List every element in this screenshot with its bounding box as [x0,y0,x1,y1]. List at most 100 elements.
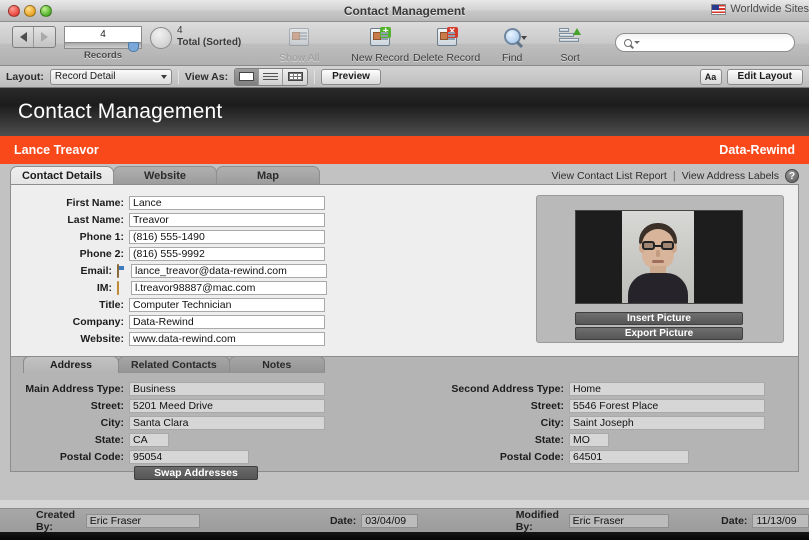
input-second-postal-code[interactable]: 64501 [569,450,689,464]
input-last-name[interactable]: Treavor [129,213,325,227]
tab-contact-details[interactable]: Contact Details [10,166,114,184]
field-row-first-name: First Name: Lance [11,195,327,210]
detail-tabs: Contact Details Website Map View Contact… [0,164,809,184]
tab-notes[interactable]: Notes [229,356,325,373]
field-row-phone-2: Phone 2: (816) 555-9992 [11,246,327,261]
input-main-street[interactable]: 5201 Meed Drive [129,399,325,413]
input-title[interactable]: Computer Technician [129,298,325,312]
search-field[interactable] [615,33,795,52]
input-second-city[interactable]: Saint Joseph [569,416,765,430]
previous-record-button[interactable] [13,27,34,47]
insert-picture-button[interactable]: Insert Picture [575,312,743,325]
field-row-main-state: State: CA [11,432,325,447]
input-first-name[interactable]: Lance [129,196,325,210]
record-navigator[interactable] [0,22,56,48]
field-row-second-state: State: MO [441,432,765,447]
contact-photo[interactable] [575,210,743,304]
input-second-address-type[interactable]: Home [569,382,765,396]
input-second-street[interactable]: 5546 Forest Place [569,399,765,413]
contact-header-bar: Lance Treavor Data-Rewind [0,136,809,164]
contact-name: Lance Treavor [14,143,99,157]
arrow-left-icon [20,32,27,42]
view-mode-segmented[interactable] [234,68,308,86]
search-input[interactable] [640,37,785,48]
label-title: Title: [11,299,129,311]
record-book-icon[interactable] [12,26,56,48]
total-label: Total (Sorted) [177,37,241,49]
find-label: Find [502,52,522,64]
input-main-state[interactable]: CA [129,433,169,447]
tab-website[interactable]: Website [113,166,217,184]
input-main-address-type[interactable]: Business [129,382,325,396]
field-row-second-city: City: Saint Joseph [441,415,765,430]
tab-address[interactable]: Address [23,356,119,373]
list-view-icon [263,72,278,81]
magnifier-handle-icon [516,41,523,48]
modified-date-label: Date: [721,515,747,527]
table-view-button[interactable] [283,69,307,85]
worldwide-sites[interactable]: Worldwide Sites [711,3,809,15]
show-all-button[interactable]: Show All [273,22,325,64]
new-record-label: New Record [351,52,409,64]
plus-badge-icon: + [380,27,391,38]
application-window: Contact Management Worldwide Sites 4 Rec… [0,0,809,540]
chat-icon[interactable] [117,282,129,294]
form-view-button[interactable] [235,69,259,85]
created-by-label: Created By: [36,509,81,533]
search-container [615,33,795,52]
view-address-labels-link[interactable]: View Address Labels [682,170,779,182]
new-record-button[interactable]: + New Record [351,22,409,64]
record-slider[interactable] [64,43,142,49]
main-address-fields: Main Address Type: Business Street: 5201… [11,381,325,480]
input-website[interactable]: www.data-rewind.com [129,332,325,346]
created-by-value[interactable]: Eric Fraser [86,514,200,528]
list-view-button[interactable] [259,69,283,85]
records-stack-icon [286,26,312,50]
export-picture-button[interactable]: Export Picture [575,327,743,340]
input-company[interactable]: Data-Rewind [129,315,325,329]
input-main-city[interactable]: Santa Clara [129,416,325,430]
contact-details-panel: First Name: Lance Last Name: Treavor Pho… [10,184,799,357]
address-tabs: Address Related Contacts Notes [23,356,324,373]
find-button[interactable]: Find [486,22,538,64]
edit-layout-button[interactable]: Edit Layout [727,69,803,85]
tab-related-contacts[interactable]: Related Contacts [118,356,230,373]
report-links: View Contact List Report | View Address … [551,169,799,183]
sort-button[interactable]: Sort [544,22,596,64]
input-phone-1[interactable]: (816) 555-1490 [129,230,325,244]
input-im[interactable]: l.treavor98887@mac.com [131,281,327,295]
layout-select[interactable]: Record Detail [50,69,172,85]
modified-date-value[interactable]: 11/13/09 [752,514,809,528]
input-email[interactable]: lance_treavor@data-rewind.com [131,264,327,278]
tab-map[interactable]: Map [216,166,320,184]
magnifier-icon [499,26,525,50]
contact-fields: First Name: Lance Last Name: Treavor Pho… [11,195,327,348]
text-format-button[interactable]: Aa [700,69,722,85]
search-icon [624,39,632,47]
modified-by-value[interactable]: Eric Fraser [569,514,670,528]
created-date-label: Date: [330,515,356,527]
view-contact-list-report-link[interactable]: View Contact List Report [551,170,666,182]
label-second-address-type: Second Address Type: [441,383,569,395]
input-second-state[interactable]: MO [569,433,609,447]
label-im: IM: [11,282,117,294]
field-row-main-city: City: Santa Clara [11,415,325,430]
field-row-email: Email: lance_treavor@data-rewind.com [11,263,327,278]
field-row-second-street: Street: 5546 Forest Place [441,398,765,413]
delete-record-button[interactable]: × Delete Record [413,22,480,64]
preview-button[interactable]: Preview [321,69,381,85]
input-main-postal-code[interactable]: 95054 [129,450,249,464]
created-date-value[interactable]: 03/04/09 [361,514,418,528]
mail-icon[interactable] [117,265,129,277]
input-phone-2[interactable]: (816) 555-9992 [129,247,325,261]
field-row-main-postal: Postal Code: 95054 [11,449,325,464]
slider-thumb[interactable] [128,42,139,52]
field-row-second-postal: Postal Code: 64501 [441,449,765,464]
record-number-input[interactable]: 4 [64,26,142,43]
record-meta-footer: Created By: Eric Fraser Date: 03/04/09 M… [0,508,809,532]
swap-addresses-button[interactable]: Swap Addresses [134,466,258,480]
next-record-button[interactable] [34,27,55,47]
field-row-last-name: Last Name: Treavor [11,212,327,227]
help-icon[interactable]: ? [785,169,799,183]
table-view-icon [288,72,303,81]
